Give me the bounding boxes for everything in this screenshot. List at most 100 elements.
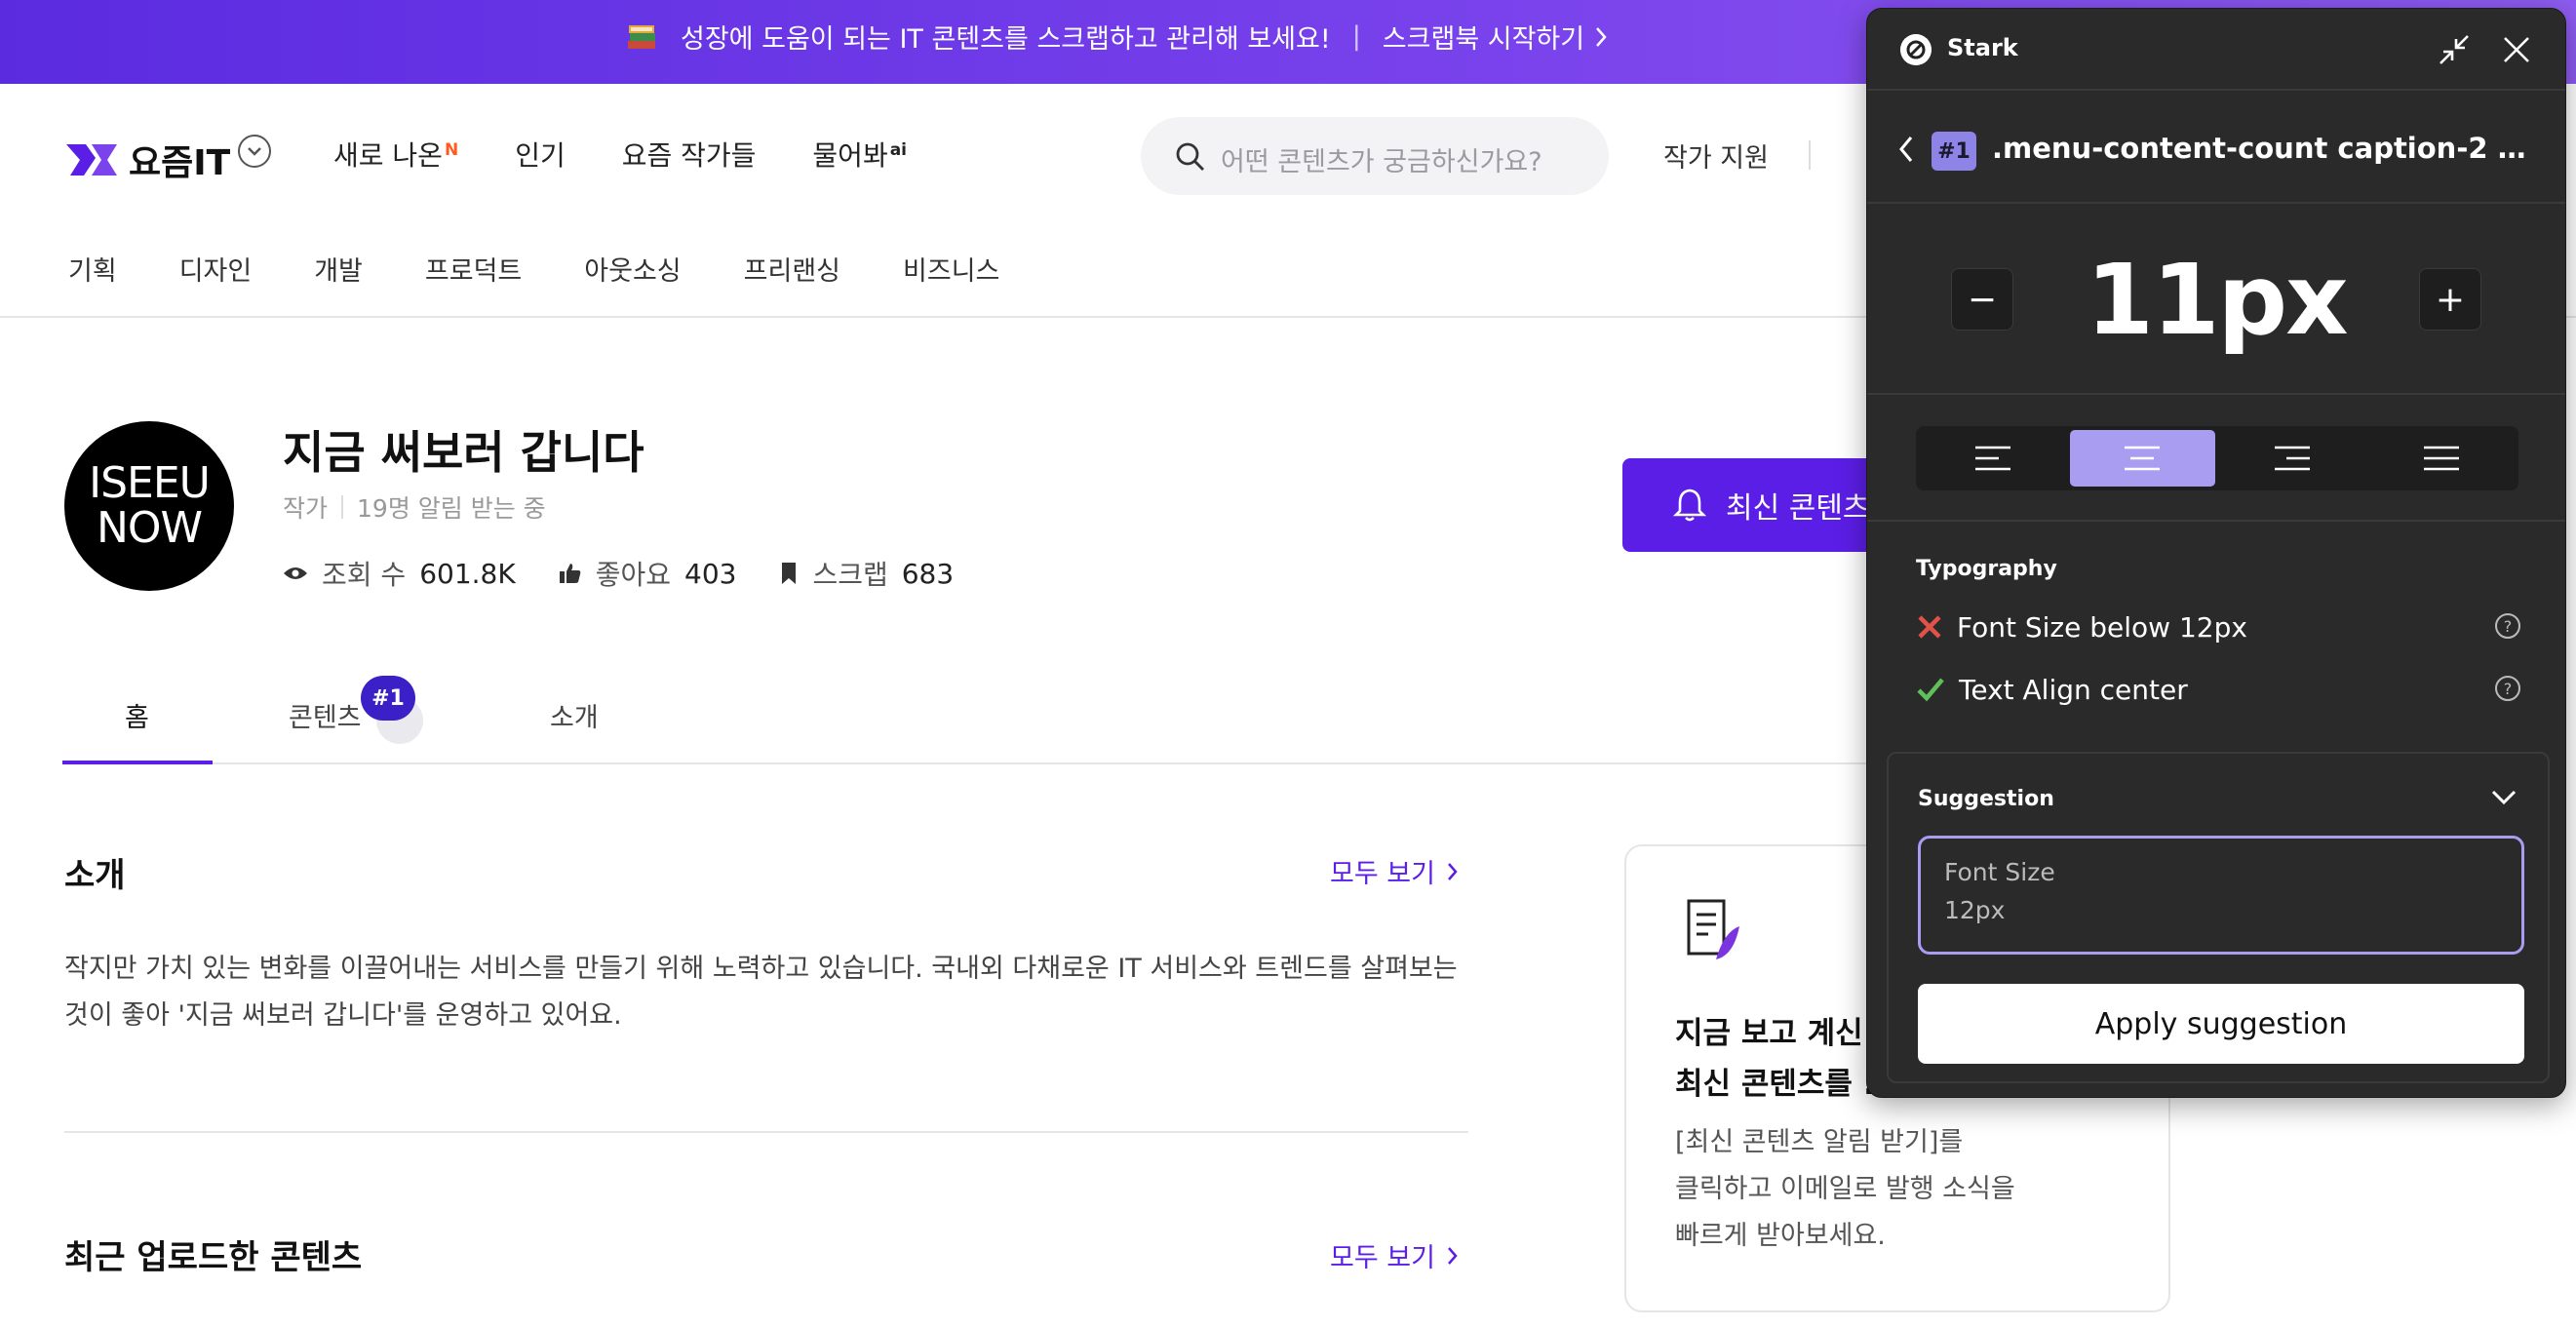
stat-likes: 좋아요 403 [559, 554, 736, 593]
side-card-description: [최신 콘텐츠 알림 받기]를 클릭하고 이메일로 발행 소식을 빠르게 받아보… [1675, 1127, 2015, 1251]
logo-dropdown-chevron-icon[interactable] [238, 135, 271, 168]
tab-home[interactable]: 홈 [125, 696, 149, 734]
pass-check-icon [1917, 678, 1944, 702]
intro-text: 작지만 가치 있는 변화를 이끌어내는 서비스를 만들기 위해 노력하고 있습니… [64, 954, 1458, 1031]
chevron-right-icon [1448, 1246, 1458, 1265]
align-left-button[interactable] [1920, 430, 2066, 487]
stark-issue-marker[interactable]: #1 [361, 676, 415, 721]
see-all-label: 모두 보기 [1330, 1243, 1435, 1273]
subscribe-label: 최신 콘텐츠 [1726, 491, 1870, 526]
stark-app-name: Stark [1947, 34, 2018, 61]
subscribe-latest-button[interactable]: 최신 콘텐츠 [1622, 458, 1895, 552]
intro-title: 소개 [64, 856, 126, 895]
author-meta: 작가 19명 알림 받는 중 [283, 489, 546, 525]
check-label: Text Align center [1959, 673, 2188, 706]
apply-suggestion-button[interactable]: Apply suggestion [1918, 984, 2524, 1064]
banner-cta-link[interactable]: 스크랩북 시작하기 [1383, 18, 1608, 56]
search-placeholder: 어떤 콘텐츠가 궁금하신가요? [1221, 147, 1542, 177]
font-size-control: − 11px + [1867, 204, 2565, 395]
search-input[interactable]: 어떤 콘텐츠가 궁금하신가요? [1141, 117, 1609, 195]
stark-logo-icon [1900, 34, 1932, 65]
document-feather-icon [1687, 899, 1739, 959]
category-product[interactable]: 프로덕트 [425, 250, 522, 288]
align-center-button[interactable] [2069, 430, 2215, 487]
logo-text: 요즘IT [129, 143, 231, 183]
stark-header: Stark [1867, 9, 2565, 91]
active-tab-indicator [62, 761, 213, 764]
tab-about[interactable]: 소개 [550, 696, 599, 734]
issue-badge: #1 [1932, 132, 1976, 171]
category-freelancing[interactable]: 프리랜싱 [744, 250, 840, 288]
fail-x-icon [1918, 615, 1941, 639]
category-outsourcing[interactable]: 아웃소싱 [584, 250, 681, 288]
align-center-icon [2125, 446, 2161, 471]
follower-count: 19명 알림 받는 중 [357, 494, 546, 523]
suggestion-value: 12px [1944, 896, 2006, 924]
stark-breadcrumb: #1 .menu-content-count caption-2 text-ce… [1867, 93, 2565, 204]
category-development[interactable]: 개발 [314, 250, 363, 288]
author-name: 지금 써보러 갑니다 [283, 426, 644, 479]
see-all-label: 모두 보기 [1330, 859, 1435, 889]
side-card-title: 지금 보고 계신 최신 콘텐츠를 : [1675, 1016, 1876, 1102]
check-font-size: Font Size below 12px ? [1916, 607, 2520, 646]
banner-cta-label: 스크랩북 시작하기 [1382, 24, 1585, 55]
eye-icon [284, 567, 307, 579]
suggestion-key: Font Size [1944, 858, 2055, 886]
back-chevron-icon[interactable] [1896, 132, 1916, 167]
search-icon [1176, 142, 1204, 171]
check-label: Font Size below 12px [1957, 610, 2247, 644]
chevron-right-icon [1448, 862, 1458, 880]
author-role: 작가 [283, 494, 329, 523]
align-justify-button[interactable] [2369, 430, 2516, 487]
stat-views: 조회 수 601.8K [283, 554, 516, 593]
bookmark-icon [782, 563, 797, 584]
text-align-control [1867, 395, 2565, 522]
tab-contents[interactable]: 콘텐츠 [289, 696, 362, 734]
author-support-link[interactable]: 작가 지원 [1663, 137, 1769, 175]
suggestion-section: Suggestion Font Size 12px Apply suggesti… [1887, 752, 2550, 1083]
chevron-down-icon[interactable] [2489, 787, 2518, 808]
meta-divider [341, 495, 344, 519]
yozm-logo-icon [66, 144, 117, 176]
site-logo[interactable]: 요즘IT [62, 135, 230, 185]
section-divider [64, 1131, 1468, 1133]
books-icon [628, 24, 655, 49]
collapse-icon[interactable] [2437, 32, 2472, 67]
close-icon[interactable] [2499, 32, 2534, 67]
header-divider [1809, 140, 1811, 170]
typography-heading: Typography [1916, 557, 2057, 581]
author-stats: 조회 수 601.8K 좋아요 403 스크랩 683 [283, 554, 954, 593]
stark-panel: Stark #1 .menu-content-count caption-2 t… [1866, 8, 2566, 1098]
banner-separator: | [1351, 21, 1361, 52]
align-right-icon [2274, 446, 2310, 471]
align-justify-icon [2424, 446, 2460, 471]
align-left-icon [1974, 446, 2010, 471]
avatar-text-line1: ISEEU [89, 458, 211, 508]
banner-text: 성장에 도움이 되는 IT 콘텐츠를 스크랩하고 관리해 보세요! [681, 24, 1331, 55]
avatar-text-line2: NOW [96, 503, 203, 553]
align-right-button[interactable] [2219, 430, 2365, 487]
nav-item-authors[interactable]: 요즘 작가들 [622, 135, 757, 174]
recent-see-all-link[interactable]: 모두 보기 [1330, 1236, 1459, 1274]
align-button-group [1916, 426, 2518, 490]
nav-item-new[interactable]: 새로 나온 N [333, 135, 458, 174]
recent-title: 최근 업로드한 콘텐츠 [64, 1238, 363, 1277]
suggestion-heading: Suggestion [1918, 787, 2054, 811]
thumbs-up-icon [559, 564, 581, 583]
nav-item-popular[interactable]: 인기 [515, 135, 566, 174]
main-nav: 새로 나온 N 인기 요즘 작가들 물어봐 ai [333, 135, 907, 174]
increase-size-button[interactable]: + [2419, 268, 2481, 331]
category-business[interactable]: 비즈니스 [903, 250, 999, 288]
help-icon[interactable]: ? [2495, 613, 2520, 639]
stat-scraps: 스크랩 683 [779, 554, 954, 593]
intro-see-all-link[interactable]: 모두 보기 [1330, 852, 1459, 890]
help-icon[interactable]: ? [2495, 676, 2520, 701]
check-text-align: Text Align center ? [1916, 670, 2520, 709]
category-planning[interactable]: 기획 [68, 250, 117, 288]
suggestion-value-box[interactable]: Font Size 12px [1918, 836, 2524, 955]
category-design[interactable]: 디자인 [179, 250, 253, 288]
element-selector: .menu-content-count caption-2 text-cente… [1992, 132, 2538, 165]
bell-icon [1673, 488, 1706, 522]
nav-item-ask-ai[interactable]: 물어봐 ai [812, 135, 907, 174]
chevron-right-icon [1596, 26, 1607, 47]
